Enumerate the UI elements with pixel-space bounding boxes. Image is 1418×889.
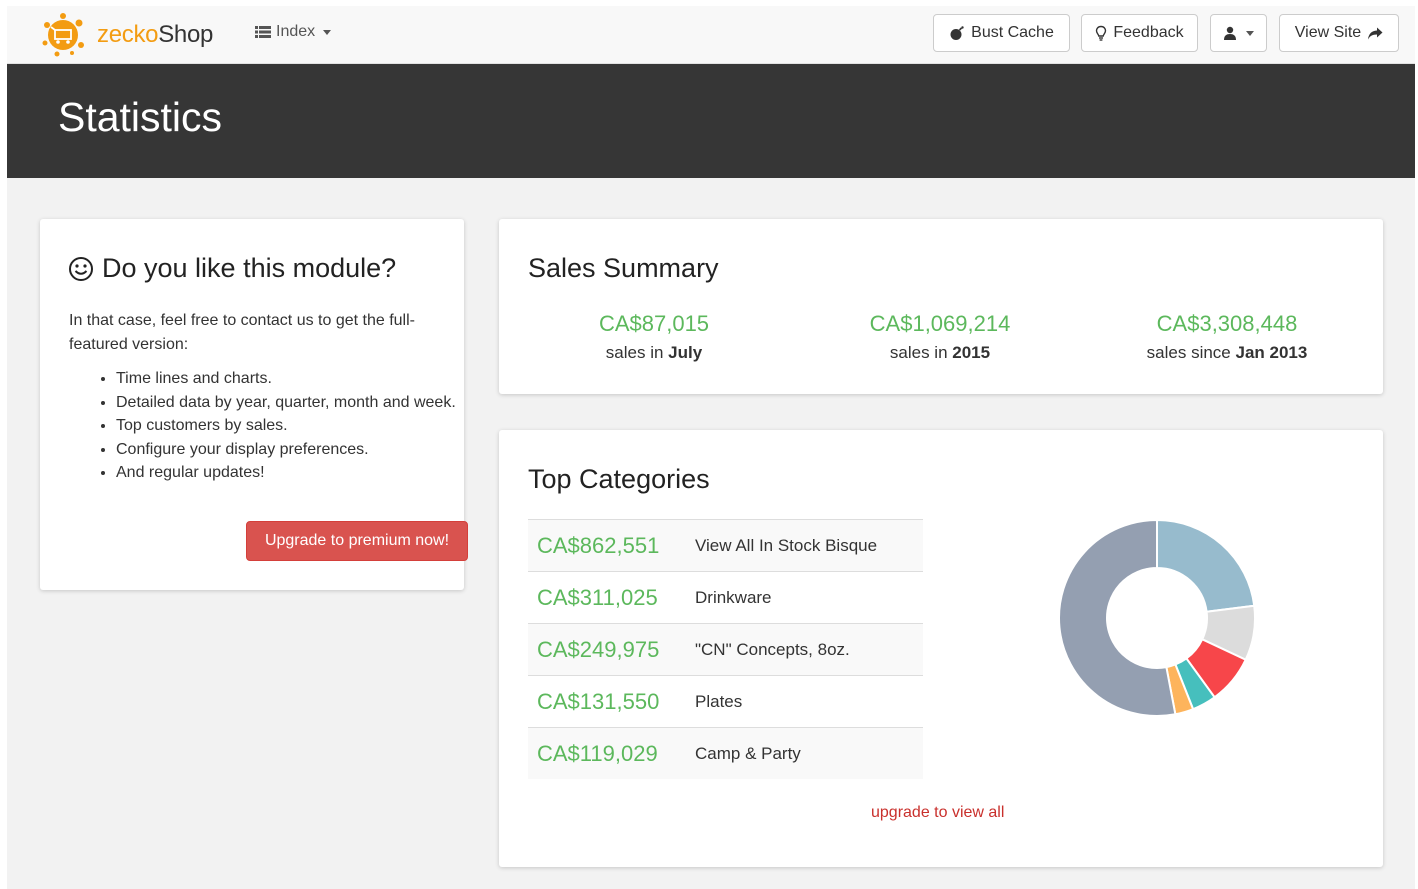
brand-name: zeckoShop	[97, 21, 213, 49]
category-name: Plates	[695, 675, 923, 728]
upgrade-to-view-all-link[interactable]: upgrade to view all	[871, 804, 1004, 822]
feature-item: Configure your display preferences.	[116, 438, 456, 462]
category-value: CA$311,025	[528, 571, 695, 624]
user-icon	[1224, 26, 1236, 40]
category-value: CA$131,550	[528, 675, 695, 728]
brand-name-part2: Shop	[158, 21, 214, 48]
share-arrow-icon	[1368, 27, 1383, 39]
promo-panel: Do you like this module? In that case, f…	[40, 219, 468, 590]
sales-summary-title: Sales Summary	[528, 253, 719, 283]
top-navbar: zeckoShop Index Bust Cache Feedback View…	[7, 6, 1415, 64]
sales-summary-panel: Sales Summary CA$87,015 sales in July CA…	[499, 219, 1383, 394]
feedback-button[interactable]: Feedback	[1081, 14, 1198, 52]
category-name: Camp & Party	[695, 727, 923, 779]
stat-label: sales in 2015	[889, 343, 991, 362]
index-dropdown[interactable]: Index	[255, 23, 332, 41]
feature-list: Time lines and charts. Detailed data by …	[87, 367, 456, 485]
feature-item: And regular updates!	[116, 461, 456, 485]
donut-segment-1	[1156, 519, 1256, 613]
page-title: Statistics	[58, 94, 223, 140]
bust-cache-label: Bust Cache	[971, 24, 1054, 41]
index-dropdown-label: Index	[276, 23, 316, 40]
brand[interactable]: zeckoShop	[37, 10, 213, 60]
user-menu-button[interactable]	[1210, 14, 1267, 52]
stat-total: CA$3,308,448 sales since Jan 2013	[1077, 311, 1377, 363]
stat-year: CA$1,069,214 sales in 2015	[790, 311, 1090, 363]
promo-description: In that case, feel free to contact us to…	[69, 312, 415, 353]
feature-item: Top customers by sales.	[116, 414, 456, 438]
caret-down-icon	[323, 29, 332, 35]
brand-name-part1: zecko	[97, 21, 159, 48]
smiley-icon	[69, 256, 93, 281]
stat-value: CA$1,069,214	[869, 311, 1011, 336]
category-value: CA$249,975	[528, 623, 695, 676]
category-name: "CN" Concepts, 8oz.	[695, 623, 923, 676]
caret-down-icon	[1246, 30, 1254, 36]
stat-month: CA$87,015 sales in July	[504, 311, 804, 363]
stat-label: sales since Jan 2013	[1146, 343, 1308, 362]
table-row: CA$311,025 Drinkware	[528, 571, 923, 624]
stat-value: CA$3,308,448	[1156, 311, 1298, 336]
promo-title: Do you like this module?	[68, 253, 396, 284]
top-categories-panel: Top Categories CA$862,551 View All In St…	[499, 430, 1383, 867]
categories-table: CA$862,551 View All In Stock Bisque CA$3…	[528, 519, 923, 779]
upgrade-premium-button[interactable]: Upgrade to premium now!	[246, 521, 468, 561]
category-name: View All In Stock Bisque	[695, 519, 923, 572]
category-value: CA$119,029	[528, 727, 695, 779]
top-categories-title: Top Categories	[528, 464, 710, 494]
table-row: CA$119,029 Camp & Party	[528, 727, 923, 779]
stat-value: CA$87,015	[598, 311, 710, 336]
page-header: Statistics	[7, 64, 1415, 178]
list-icon	[255, 26, 271, 38]
feedback-label: Feedback	[1113, 24, 1184, 41]
category-donut-chart	[1058, 519, 1256, 717]
shop-logo-icon	[42, 13, 84, 57]
feature-item: Detailed data by year, quarter, month an…	[116, 391, 456, 415]
table-row: CA$131,550 Plates	[528, 675, 923, 728]
table-row: CA$862,551 View All In Stock Bisque	[528, 519, 923, 572]
view-site-label: View Site	[1294, 24, 1362, 41]
bust-cache-button[interactable]: Bust Cache	[933, 14, 1070, 52]
table-row: CA$249,975 "CN" Concepts, 8oz.	[528, 623, 923, 676]
donut-segment-6	[1058, 519, 1177, 717]
category-value: CA$862,551	[528, 519, 695, 572]
feature-item: Time lines and charts.	[116, 367, 456, 391]
bomb-icon	[950, 26, 964, 40]
view-site-button[interactable]: View Site	[1279, 14, 1399, 52]
stat-label: sales in July	[605, 343, 703, 362]
lightbulb-icon	[1096, 25, 1107, 41]
promo-title-text: Do you like this module?	[102, 253, 397, 283]
category-name: Drinkware	[695, 571, 923, 624]
app-frame: zeckoShop Index Bust Cache Feedback View…	[7, 6, 1415, 889]
